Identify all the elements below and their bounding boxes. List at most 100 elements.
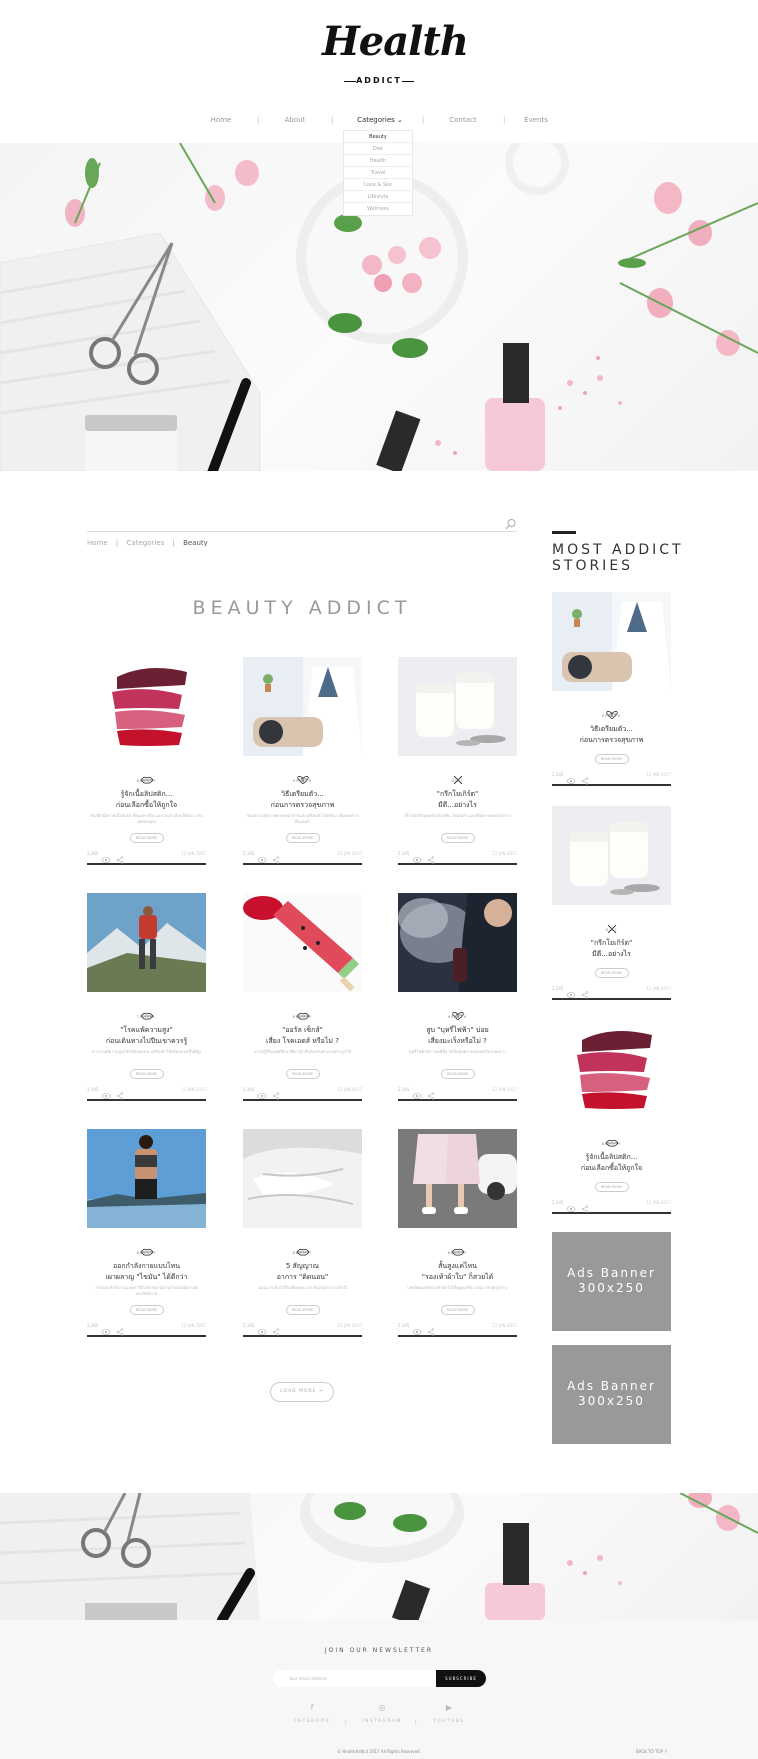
article-excerpt: อาการแพ้ความสูงเกิดได้กับทุกคน เตรียมตัว… <box>92 1049 201 1054</box>
article-title[interactable]: "ออรัล เซ็กส์" เสี่ยง โรคเอดส์ หรือไม่ ? <box>243 1025 362 1047</box>
dropdown-item-diet[interactable]: Diet <box>344 143 412 155</box>
search-underline <box>87 531 517 532</box>
article-thumbnail[interactable] <box>398 1129 517 1228</box>
article-card[interactable]: BEAUTY ออกกำลังกายแบบไหน เผาผลาญ "ไขมัน" ไ… <box>87 1129 206 1337</box>
article-excerpt: นอนมากเกินไปก็ไม่ดีต่อสุขภาพ สังเกตอาการ… <box>258 1285 347 1290</box>
eye-share-icon[interactable] <box>412 1321 436 1336</box>
read-more-button[interactable]: READ MORE <box>440 1305 475 1315</box>
article-card[interactable]: BEAUTY รู้จักเนื้อลิปสติก... ก่อนเลือกซื้อ… <box>552 1020 671 1214</box>
article-card[interactable]: BEAUTY รู้จักเนื้อลิปสติก... ก่อนเลือกซื้อ… <box>87 657 206 865</box>
social-youtube[interactable]: ▶ YOUTUBE <box>424 1703 474 1724</box>
subscribe-button[interactable]: SUBSCRIBE <box>436 1670 486 1687</box>
article-title[interactable]: สั้นสูงแค่ไหน "รองเท้าผ้าใบ" ก็สวยได้ <box>398 1261 517 1283</box>
eye-share-icon[interactable] <box>101 1321 125 1336</box>
read-more-button[interactable]: READ MORE <box>129 833 164 843</box>
article-thumbnail[interactable] <box>552 1020 671 1119</box>
ads-banner[interactable]: Ads Banner 300x250 <box>552 1345 671 1444</box>
nav-home[interactable]: Home <box>206 116 236 124</box>
article-title[interactable]: วิธีเตรียมตัว... ก่อนการตรวจสุขภาพ <box>243 789 362 811</box>
article-thumbnail[interactable] <box>87 1129 206 1228</box>
social-facebook[interactable]: f FACEBOOK <box>287 1703 337 1724</box>
eye-share-icon[interactable] <box>412 849 436 864</box>
dropdown-item-health[interactable]: Health <box>344 155 412 167</box>
eye-share-icon[interactable] <box>412 1085 436 1100</box>
load-more-button[interactable]: LOAD MORE → <box>270 1382 334 1402</box>
article-title-line: มีดี...อย่างไร <box>438 801 477 809</box>
back-to-top-link[interactable]: BACK TO TOP ↑ <box>636 1749 668 1754</box>
breadcrumb-home[interactable]: Home <box>87 539 108 547</box>
article-thumbnail[interactable] <box>398 893 517 992</box>
article-thumbnail[interactable] <box>398 657 517 756</box>
read-more-button[interactable]: READ MORE <box>285 1305 320 1315</box>
nav-categories[interactable]: Categories ⌄ <box>355 116 405 124</box>
article-date: 12 JAN 2017 <box>181 1323 206 1328</box>
article-category: DIET <box>605 928 618 932</box>
dropdown-item-travel[interactable]: Travel <box>344 167 412 179</box>
article-card[interactable]: DIET "กรีกโยเกิร์ต" มีดี...อย่างไร กรีกโยเก… <box>398 657 517 865</box>
article-card[interactable]: HEALTH วิธีเตรียมตัว... ก่อนการตรวจสุขภาพ R… <box>552 592 671 786</box>
eye-share-icon[interactable] <box>566 984 590 999</box>
article-title[interactable]: รู้จักเนื้อลิปสติก... ก่อนเลือกซื้อให้ถูก… <box>87 789 206 811</box>
article-title[interactable]: ออกกำลังกายแบบไหน เผาผลาญ "ไขมัน" ได้ดีกว… <box>87 1261 206 1283</box>
article-card[interactable]: BEAUTY สั้นสูงแค่ไหน "รองเท้าผ้าใบ" ก็สวยไ… <box>398 1129 517 1337</box>
eye-share-icon[interactable] <box>257 849 281 864</box>
article-title[interactable]: สูบ "บุหรี่ไฟฟ้า" บ่อย เสี่ยงมะเร็งหรือไม… <box>398 1025 517 1047</box>
article-card[interactable]: BEAUTY 5 สัญญาณ อาการ "ติดนอน" นอนมากเกินไป… <box>243 1129 362 1337</box>
dropdown-item-wellness[interactable]: Wellness <box>344 203 412 215</box>
article-title[interactable]: "กรีกโยเกิร์ต" มีดี...อย่างไร <box>398 789 517 811</box>
read-more-button[interactable]: READ MORE <box>285 1069 320 1079</box>
article-thumbnail[interactable] <box>87 657 206 756</box>
article-title[interactable]: "โรคแพ้ความสูง" ก่อนเดินทางไปปีนเขาควรรู้ <box>87 1025 206 1047</box>
eye-share-icon[interactable] <box>257 1085 281 1100</box>
read-more-button[interactable]: READ MORE <box>594 754 629 764</box>
dropdown-item-love-sex[interactable]: Love & Sex <box>344 179 412 191</box>
read-more-button[interactable]: READ MORE <box>129 1069 164 1079</box>
eye-share-icon[interactable] <box>101 1085 125 1100</box>
article-card[interactable]: HEALTH สูบ "บุหรี่ไฟฟ้า" บ่อย เสี่ยงมะเร็ง… <box>398 893 517 1101</box>
nav-separator: | <box>503 116 506 124</box>
dropdown-item-lifestyle[interactable]: Lifestyle <box>344 191 412 203</box>
article-card[interactable]: HEALTH วิธีเตรียมตัว... ก่อนการตรวจสุขภาพก… <box>243 657 362 865</box>
article-title[interactable]: รู้จักเนื้อลิปสติก... ก่อนเลือกซื้อให้ถูก… <box>552 1152 671 1174</box>
eye-share-icon[interactable] <box>257 1321 281 1336</box>
nav-events[interactable]: Events <box>521 116 551 124</box>
article-date: 12 JAN 2017 <box>181 1087 206 1092</box>
article-thumbnail[interactable] <box>87 893 206 992</box>
article-category: BEAUTY <box>136 779 157 783</box>
article-thumbnail[interactable] <box>552 592 671 691</box>
logo-subtitle: ADDICT <box>356 76 402 85</box>
article-title[interactable]: วิธีเตรียมตัว... ก่อนการตรวจสุขภาพ <box>552 724 671 746</box>
dropdown-item-beauty[interactable]: Beauty <box>344 131 412 143</box>
article-thumbnail[interactable] <box>243 657 362 756</box>
nav-separator: | <box>331 116 334 124</box>
article-thumbnail[interactable] <box>552 806 671 905</box>
article-card[interactable]: DIET "กรีกโยเกิร์ต" มีดี...อย่างไร READ MOR… <box>552 806 671 1000</box>
article-thumbnail[interactable] <box>243 1129 362 1228</box>
article-title[interactable]: "กรีกโยเกิร์ต" มีดี...อย่างไร <box>552 938 671 960</box>
article-thumbnail[interactable] <box>243 893 362 992</box>
breadcrumb-categories[interactable]: Categories <box>127 539 165 547</box>
nav-about[interactable]: About <box>280 116 310 124</box>
eye-share-icon[interactable] <box>566 1198 590 1213</box>
article-card[interactable]: TRAVEL "โรคแพ้ความสูง" ก่อนเดินทางไปปีนเขา… <box>87 893 206 1101</box>
eye-share-icon[interactable] <box>101 849 125 864</box>
read-more-button[interactable]: READ MORE <box>285 833 320 843</box>
article-card[interactable]: BEAUTY "ออรัล เซ็กส์" เสี่ยง โรคเอดส์ หรือ… <box>243 893 362 1101</box>
ads-banner[interactable]: Ads Banner 300x250 <box>552 1232 671 1331</box>
ads-size: 300x250 <box>578 1281 645 1295</box>
youtube-icon: ▶ <box>445 1703 453 1712</box>
article-title[interactable]: 5 สัญญาณ อาการ "ติดนอน" <box>243 1261 362 1283</box>
logo-divider <box>402 81 414 82</box>
site-logo[interactable]: Health ADDICT <box>322 18 469 88</box>
read-more-button[interactable]: READ MORE <box>594 1182 629 1192</box>
nav-contact[interactable]: Contact <box>446 116 480 124</box>
read-more-button[interactable]: READ MORE <box>594 968 629 978</box>
newsletter-email-input[interactable]: Your email address <box>273 1670 438 1687</box>
read-more-button[interactable]: READ MORE <box>440 1069 475 1079</box>
read-more-button[interactable]: READ MORE <box>440 833 475 843</box>
eye-share-icon[interactable] <box>566 770 590 785</box>
search-icon[interactable] <box>505 518 517 530</box>
read-more-button[interactable]: READ MORE <box>129 1305 164 1315</box>
article-category: TRAVEL <box>136 1015 157 1019</box>
social-instagram[interactable]: ◎ INSTAGRAM <box>357 1703 407 1724</box>
